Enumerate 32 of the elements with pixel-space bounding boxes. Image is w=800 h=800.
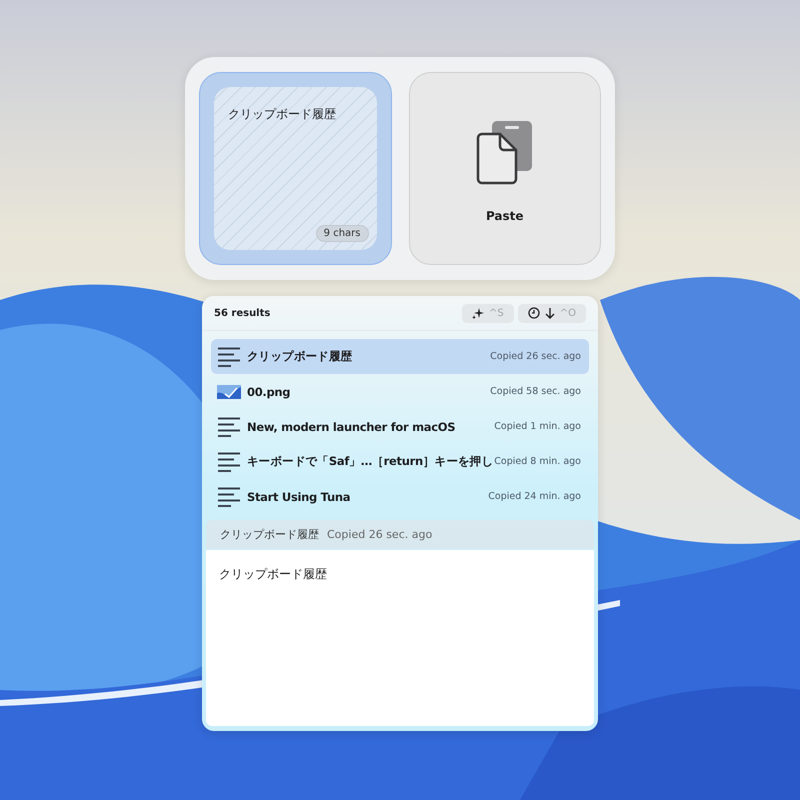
copied-time: Copied 26 sec. ago xyxy=(490,351,581,362)
paste-tile[interactable]: Paste xyxy=(408,72,601,265)
clip-tile[interactable]: クリップボード履歴 9 chars xyxy=(199,72,392,265)
clip-text: クリップボード履歴 xyxy=(228,107,336,121)
preview-title: クリップボード履歴 xyxy=(220,527,319,542)
result-count: 56 results xyxy=(214,308,270,318)
item-title: クリップボード履歴 xyxy=(247,349,354,364)
clip-item[interactable]: Start Using Tuna Copied 24 min. ago xyxy=(211,479,589,514)
paste-icon xyxy=(476,121,534,187)
down-arrow-icon xyxy=(544,307,555,319)
clip-item[interactable]: キーボードで「Saf」…［return］キーを押し Copied 8 min. ago xyxy=(211,444,589,479)
item-title: New, modern launcher for macOS xyxy=(247,420,456,434)
text-lines-icon xyxy=(217,346,241,366)
text-lines-icon xyxy=(217,416,241,436)
char-count: 9 chars xyxy=(316,225,368,242)
item-title: Start Using Tuna xyxy=(247,490,352,504)
preview-text: クリップボード履歴 xyxy=(219,567,327,581)
copied-time: Copied 8 min. ago xyxy=(494,456,581,467)
text-lines-icon xyxy=(217,486,241,506)
sparkle-icon xyxy=(472,307,484,319)
clip-item[interactable]: クリップボード履歴 Copied 26 sec. ago xyxy=(211,339,589,374)
copied-time: Copied 58 sec. ago xyxy=(490,386,581,397)
clip-item[interactable]: 00.png Copied 58 sec. ago xyxy=(211,374,589,409)
text-lines-icon xyxy=(217,452,241,472)
image-thumbnail-icon xyxy=(217,384,241,398)
paste-label: Paste xyxy=(486,209,524,223)
preview-time: Copied 26 sec. ago xyxy=(327,528,432,541)
clock-icon xyxy=(528,307,540,319)
copied-time: Copied 1 min. ago xyxy=(494,421,581,432)
item-title: 00.png xyxy=(247,384,292,398)
copied-time: Copied 24 min. ago xyxy=(488,491,581,502)
clip-item[interactable]: New, modern launcher for macOS Copied 1 min. ago xyxy=(211,409,589,444)
